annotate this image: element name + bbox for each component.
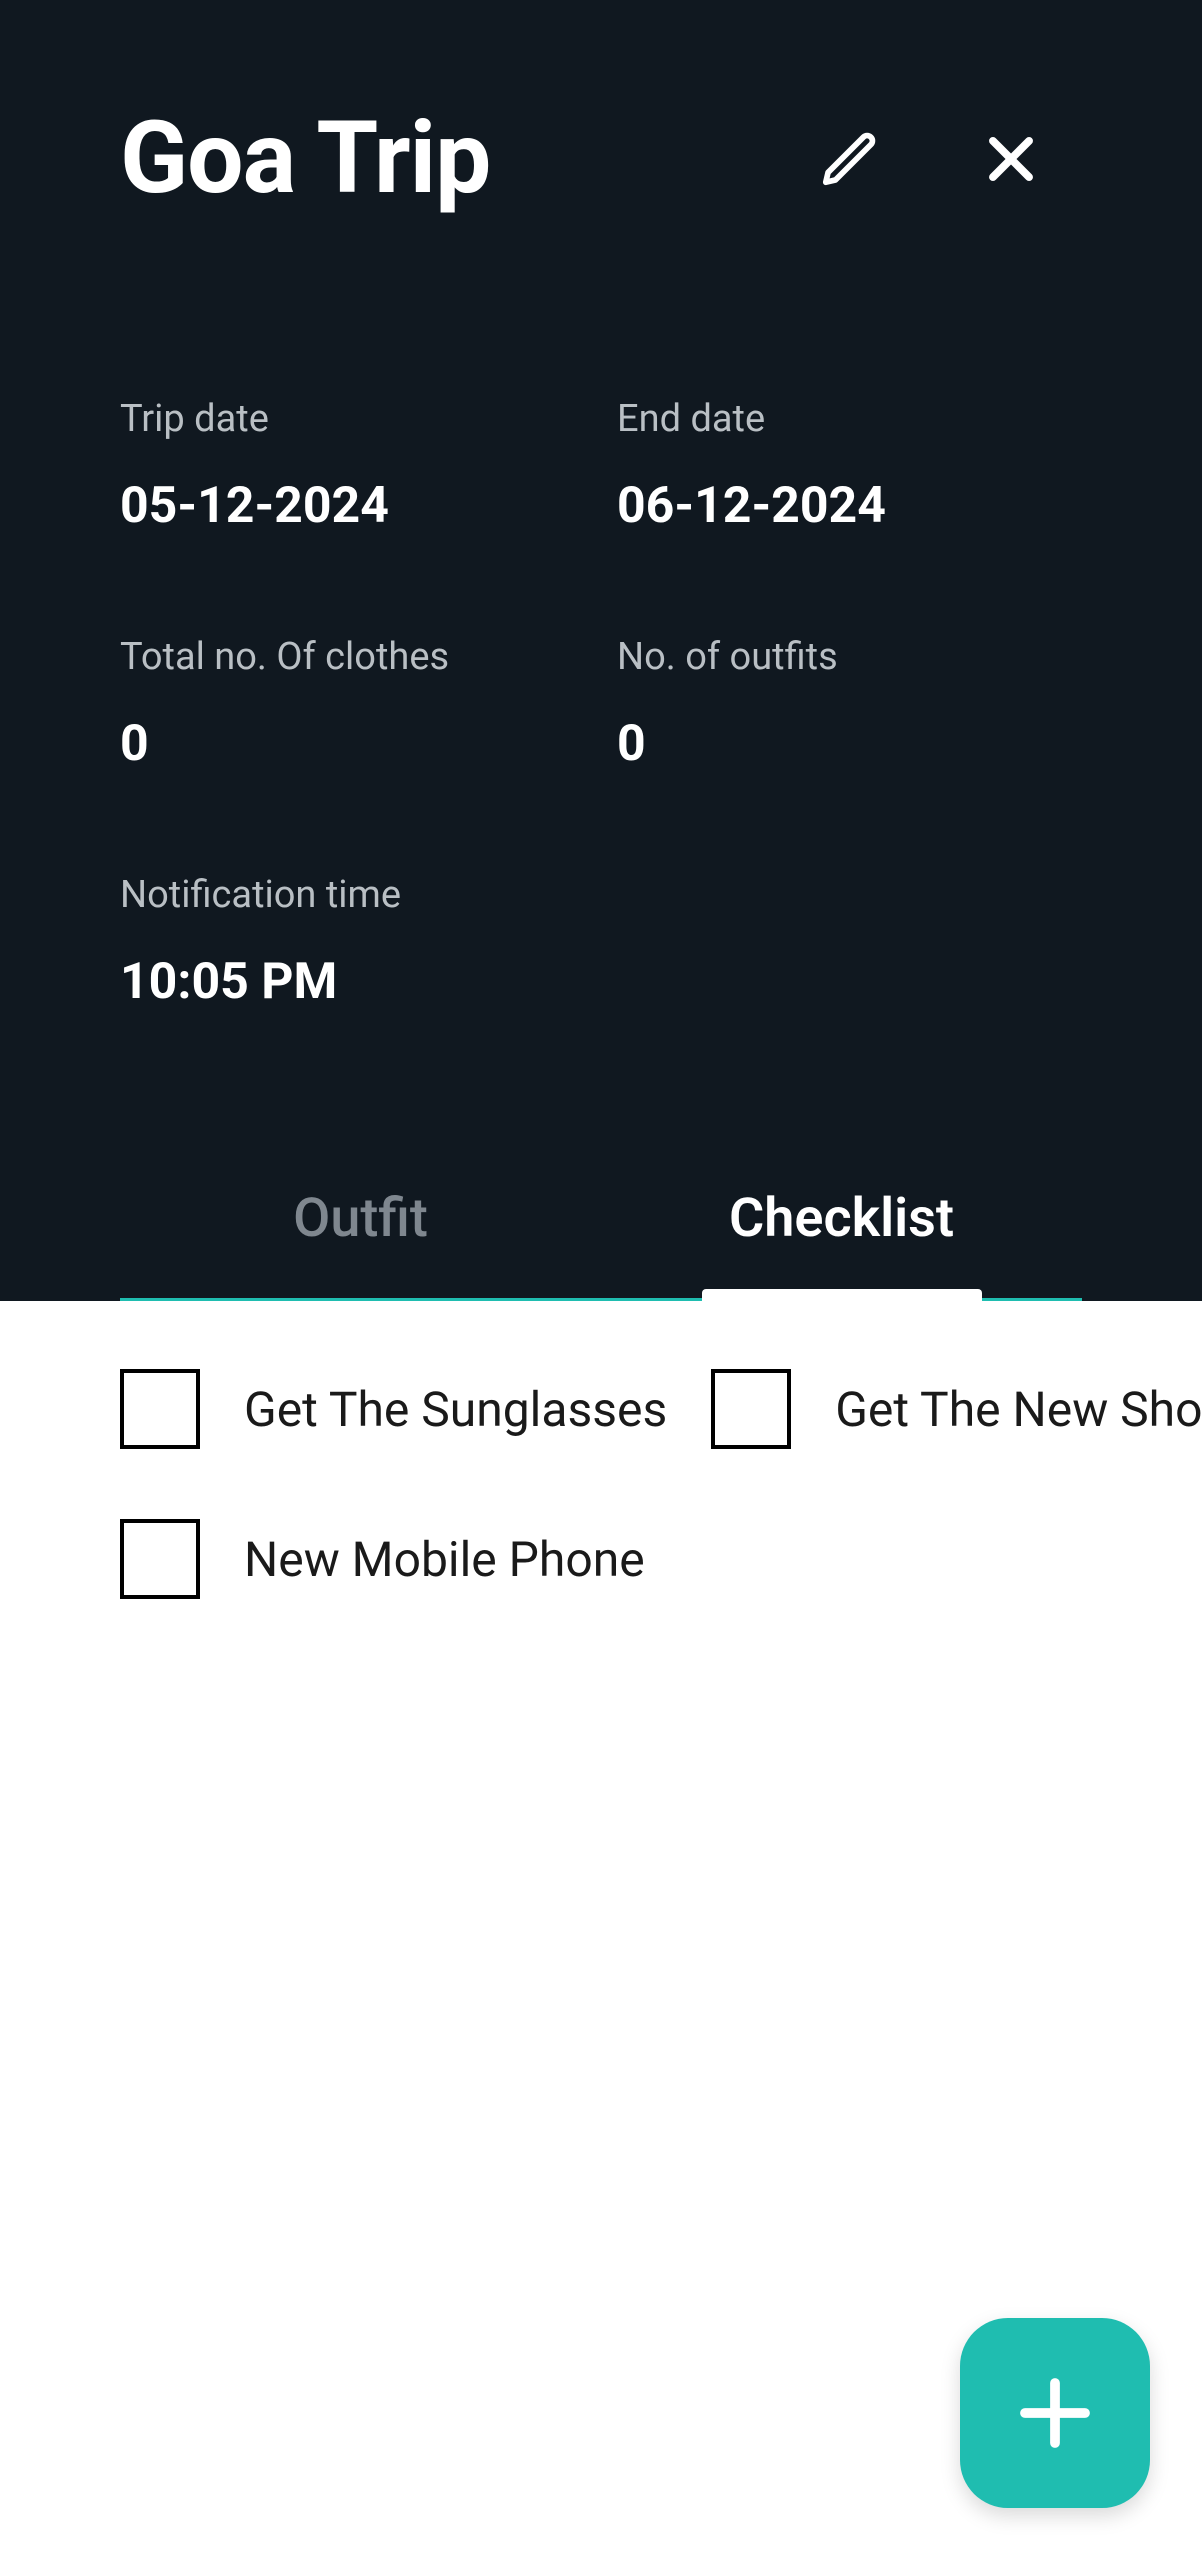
checklist-item-label: Get The Sunglasses: [244, 1381, 667, 1438]
add-button[interactable]: [960, 2318, 1150, 2508]
notification-value: 10:05 PM: [120, 953, 585, 1011]
close-icon: [980, 128, 1042, 190]
end-date-value: 06-12-2024: [617, 477, 1082, 535]
list-item: Get The New Shows: [711, 1369, 1202, 1449]
checklist-item-label: Get The New Shows: [835, 1381, 1202, 1438]
page-title: Goa Trip: [120, 100, 490, 217]
checklist-content: Get The Sunglasses Get The New Shows New…: [0, 1301, 1202, 1667]
notification-block: Notification time 10:05 PM: [120, 873, 585, 1011]
pencil-icon: [818, 128, 880, 190]
checklist-row: Get The Sunglasses Get The New Shows: [120, 1369, 1082, 1449]
tab-bar: Outfit Checklist: [120, 1151, 1082, 1301]
trip-date-label: Trip date: [120, 397, 585, 441]
outfits-block: No. of outfits 0: [617, 635, 1082, 773]
notification-label: Notification time: [120, 873, 585, 917]
list-item: New Mobile Phone: [120, 1519, 1082, 1599]
outfits-value: 0: [617, 715, 1082, 773]
trip-info-grid: Trip date 05-12-2024 End date 06-12-2024…: [120, 397, 1082, 1011]
tab-outfit[interactable]: Outfit: [120, 1151, 601, 1298]
title-row: Goa Trip: [120, 100, 1082, 217]
total-clothes-label: Total no. Of clothes: [120, 635, 585, 679]
header-actions: [818, 128, 1082, 190]
end-date-block: End date 06-12-2024: [617, 397, 1082, 535]
end-date-label: End date: [617, 397, 1082, 441]
trip-date-block: Trip date 05-12-2024: [120, 397, 585, 535]
checkbox[interactable]: [120, 1369, 200, 1449]
outfits-label: No. of outfits: [617, 635, 1082, 679]
edit-button[interactable]: [818, 128, 880, 190]
header-panel: Goa Trip Trip date 05-12-2024 End date 0…: [0, 0, 1202, 1301]
list-item: Get The Sunglasses: [120, 1369, 667, 1449]
checkbox[interactable]: [711, 1369, 791, 1449]
total-clothes-value: 0: [120, 715, 585, 773]
trip-date-value: 05-12-2024: [120, 477, 585, 535]
checklist-item-label: New Mobile Phone: [244, 1531, 645, 1588]
plus-icon: [1010, 2368, 1100, 2458]
checkbox[interactable]: [120, 1519, 200, 1599]
close-button[interactable]: [980, 128, 1042, 190]
tab-checklist[interactable]: Checklist: [601, 1151, 1082, 1298]
total-clothes-block: Total no. Of clothes 0: [120, 635, 585, 773]
